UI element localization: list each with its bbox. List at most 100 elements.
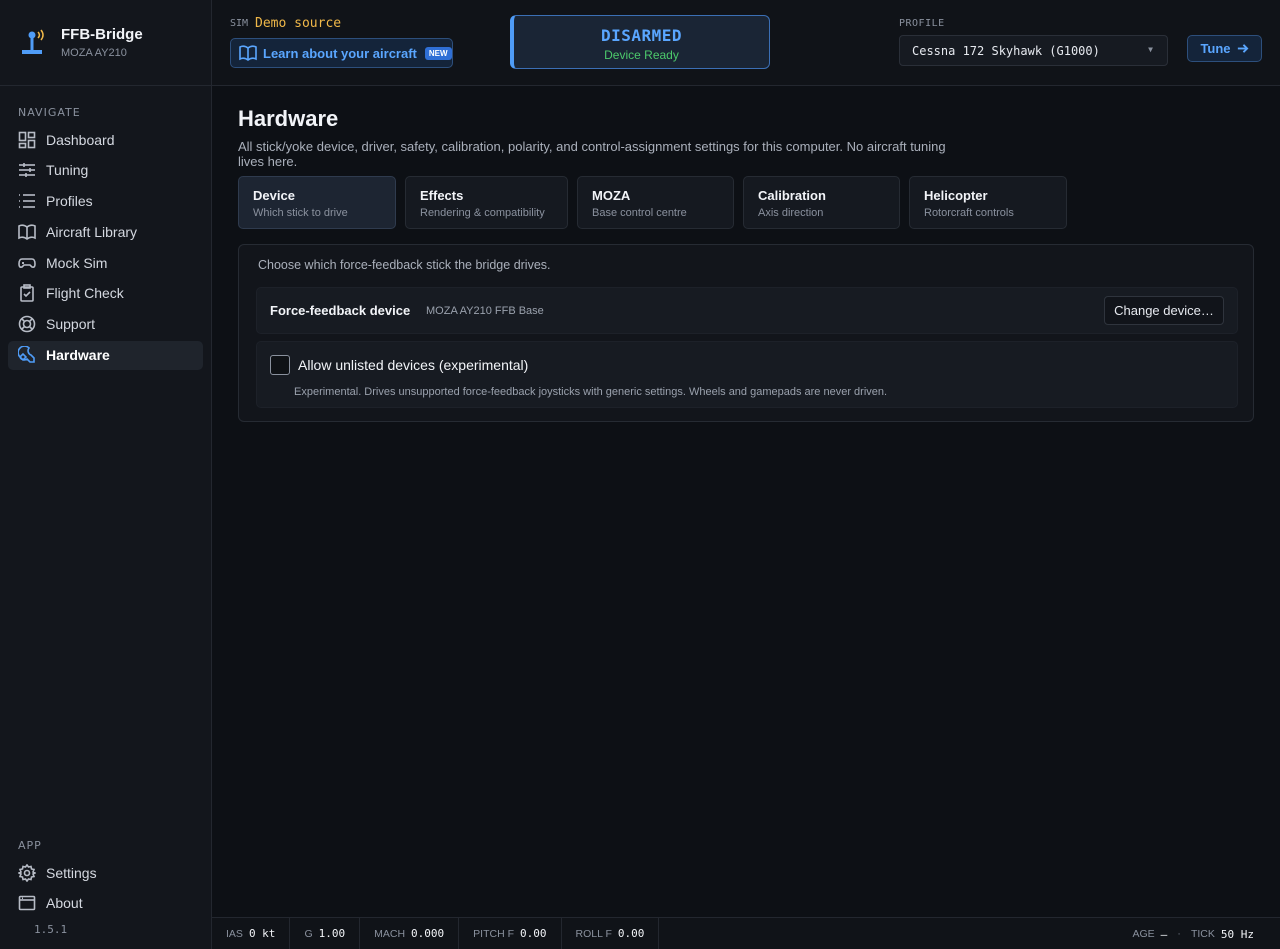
sidebar-item-label: Tuning [46, 162, 89, 179]
sidebar-item-label: Mock Sim [46, 254, 108, 271]
tab-subtitle: Axis direction [758, 207, 824, 219]
sidebar-item-label: Settings [46, 864, 97, 881]
sidebar-item-label: About [46, 895, 83, 912]
stat-pitch-f: PITCH F 0.00 [459, 917, 562, 949]
force-feedback-device-row: Force-feedback device MOZA AY210 FFB Bas… [256, 287, 1238, 334]
tab-helicopter[interactable]: Helicopter Rotorcraft controls [909, 176, 1067, 229]
sidebar-item-profiles[interactable]: Profiles [8, 187, 203, 216]
clipboard-check-icon [20, 284, 34, 303]
tab-moza[interactable]: MOZA Base control centre [577, 176, 734, 229]
allow-unlisted-checkbox[interactable] [270, 355, 290, 375]
arm-status-panel: DISARMED Device Ready [510, 15, 770, 69]
main-nav: Dashboard Tuning Profiles Aircraft Libra… [8, 125, 203, 371]
version-label: 1.5.1 [34, 923, 68, 936]
chevron-down-icon: ▼ [1148, 45, 1153, 54]
allow-unlisted-help: Experimental. Drives unsupported force-f… [294, 386, 888, 398]
sidebar-item-settings[interactable]: Settings [8, 858, 203, 887]
tab-device[interactable]: Device Which stick to drive [238, 176, 396, 229]
lifebuoy-icon [18, 315, 36, 333]
stat-value: 0.00 [617, 927, 645, 940]
tab-title: Device [253, 188, 295, 203]
tab-calibration[interactable]: Calibration Axis direction [743, 176, 900, 229]
tab-subtitle: Which stick to drive [253, 207, 348, 219]
tune-button-label: Tune [1200, 41, 1231, 56]
sidebar-item-label: Aircraft Library [46, 223, 138, 240]
sidebar-item-aircraft-library[interactable]: Aircraft Library [8, 217, 203, 246]
change-device-button[interactable]: Change device… [1104, 296, 1224, 325]
telemetry-status-bar: IAS 0 kt G 1.00 MACH 0.000 PITCH F 0.00 ROLL… [212, 917, 1280, 949]
tab-title: Helicopter [924, 188, 988, 203]
profile-select[interactable]: Cessna 172 Skyhawk (G1000) ▼ [899, 35, 1168, 66]
arrow-right-icon [1237, 44, 1249, 53]
tab-subtitle: Rendering & compatibility [420, 207, 545, 219]
stat-g: G 1.00 [290, 917, 361, 949]
book-icon [18, 224, 36, 240]
device-card-intro: Choose which force-feedback stick the br… [258, 258, 551, 272]
sidebar-item-label: Dashboard [46, 131, 115, 148]
profile-select-value: Cessna 172 Skyhawk (G1000) [912, 43, 1100, 58]
sidebar-item-label: Flight Check [46, 285, 124, 302]
footer-right: AGE — · TICK 50 Hz [1132, 918, 1254, 949]
joystick-logo-icon [22, 29, 44, 54]
tab-title: Effects [420, 188, 464, 203]
app-section-label: APP [18, 839, 42, 852]
sim-label: SIM [230, 18, 249, 29]
tab-subtitle: Rotorcraft controls [924, 207, 1014, 219]
gear-icon [18, 863, 36, 882]
tick-value: 50 Hz [1220, 927, 1254, 941]
page-title: Hardware [238, 106, 339, 131]
sidebar-item-flight-check[interactable]: Flight Check [8, 279, 203, 308]
window-icon [18, 895, 36, 911]
stat-key: MACH [374, 927, 406, 940]
app-nav: Settings About [8, 858, 203, 920]
force-feedback-device-label: Force-feedback device [270, 303, 411, 318]
tune-button[interactable]: Tune [1187, 35, 1262, 62]
stat-key: G [304, 927, 313, 940]
tab-subtitle: Base control centre [592, 207, 687, 219]
book-icon [239, 45, 257, 61]
stat-ias: IAS 0 kt [212, 917, 291, 949]
app-title: FFB-Bridge [61, 26, 143, 43]
sidebar-item-mock-sim[interactable]: Mock Sim [8, 248, 203, 277]
sidebar-item-support[interactable]: Support [8, 310, 203, 339]
device-status-label: Device Ready [604, 48, 679, 62]
sidebar-item-label: Profiles [46, 193, 93, 210]
sidebar-item-tuning[interactable]: Tuning [8, 156, 203, 185]
stat-roll-f: ROLL F 0.00 [562, 917, 660, 949]
sliders-icon [19, 163, 35, 178]
tab-effects[interactable]: Effects Rendering & compatibility [405, 176, 568, 229]
sidebar-item-hardware[interactable]: Hardware [8, 340, 203, 370]
stat-value: 0.00 [520, 927, 547, 940]
stat-key: PITCH F [473, 927, 514, 940]
stat-value: 0.000 [411, 927, 445, 940]
sidebar-item-about[interactable]: About [8, 889, 203, 918]
gamepad-icon [18, 257, 36, 268]
stat-key: ROLL F [575, 927, 612, 940]
stat-mach: MACH 0.000 [360, 917, 460, 949]
stat-value: 1.00 [318, 927, 346, 940]
age-value: — [1160, 927, 1168, 941]
main-content: Hardware All stick/yoke device, driver, … [238, 86, 1254, 422]
sim-source-value: Demo source [255, 16, 342, 31]
tick-key: TICK [1190, 928, 1215, 940]
sidebar-item-label: Support [46, 316, 96, 333]
profile-label: PROFILE [899, 18, 945, 29]
stat-key: IAS [226, 927, 243, 940]
allow-unlisted-label[interactable]: Allow unlisted devices (experimental) [298, 357, 528, 373]
sidebar-item-dashboard[interactable]: Dashboard [8, 125, 203, 154]
brand: FFB-Bridge MOZA AY210 [0, 0, 211, 86]
tab-title: MOZA [592, 188, 631, 203]
separator-dot: · [1177, 928, 1181, 940]
learn-button-label: Learn about your aircraft [263, 45, 417, 61]
dashboard-icon [18, 131, 36, 148]
hardware-tabs: Device Which stick to drive Effects Rend… [238, 176, 1254, 229]
device-card: Choose which force-feedback stick the br… [238, 244, 1254, 422]
sidebar-item-label: Hardware [46, 347, 110, 364]
force-feedback-device-value: MOZA AY210 FFB Base [426, 305, 544, 317]
stat-value: 0 kt [248, 927, 276, 940]
page-description: All stick/yoke device, driver, safety, c… [238, 139, 946, 169]
learn-about-aircraft-button[interactable]: Learn about your aircraft NEW [230, 38, 453, 68]
age-key: AGE [1132, 928, 1155, 940]
tab-title: Calibration [758, 188, 826, 203]
navigate-section-label: NAVIGATE [18, 106, 81, 119]
